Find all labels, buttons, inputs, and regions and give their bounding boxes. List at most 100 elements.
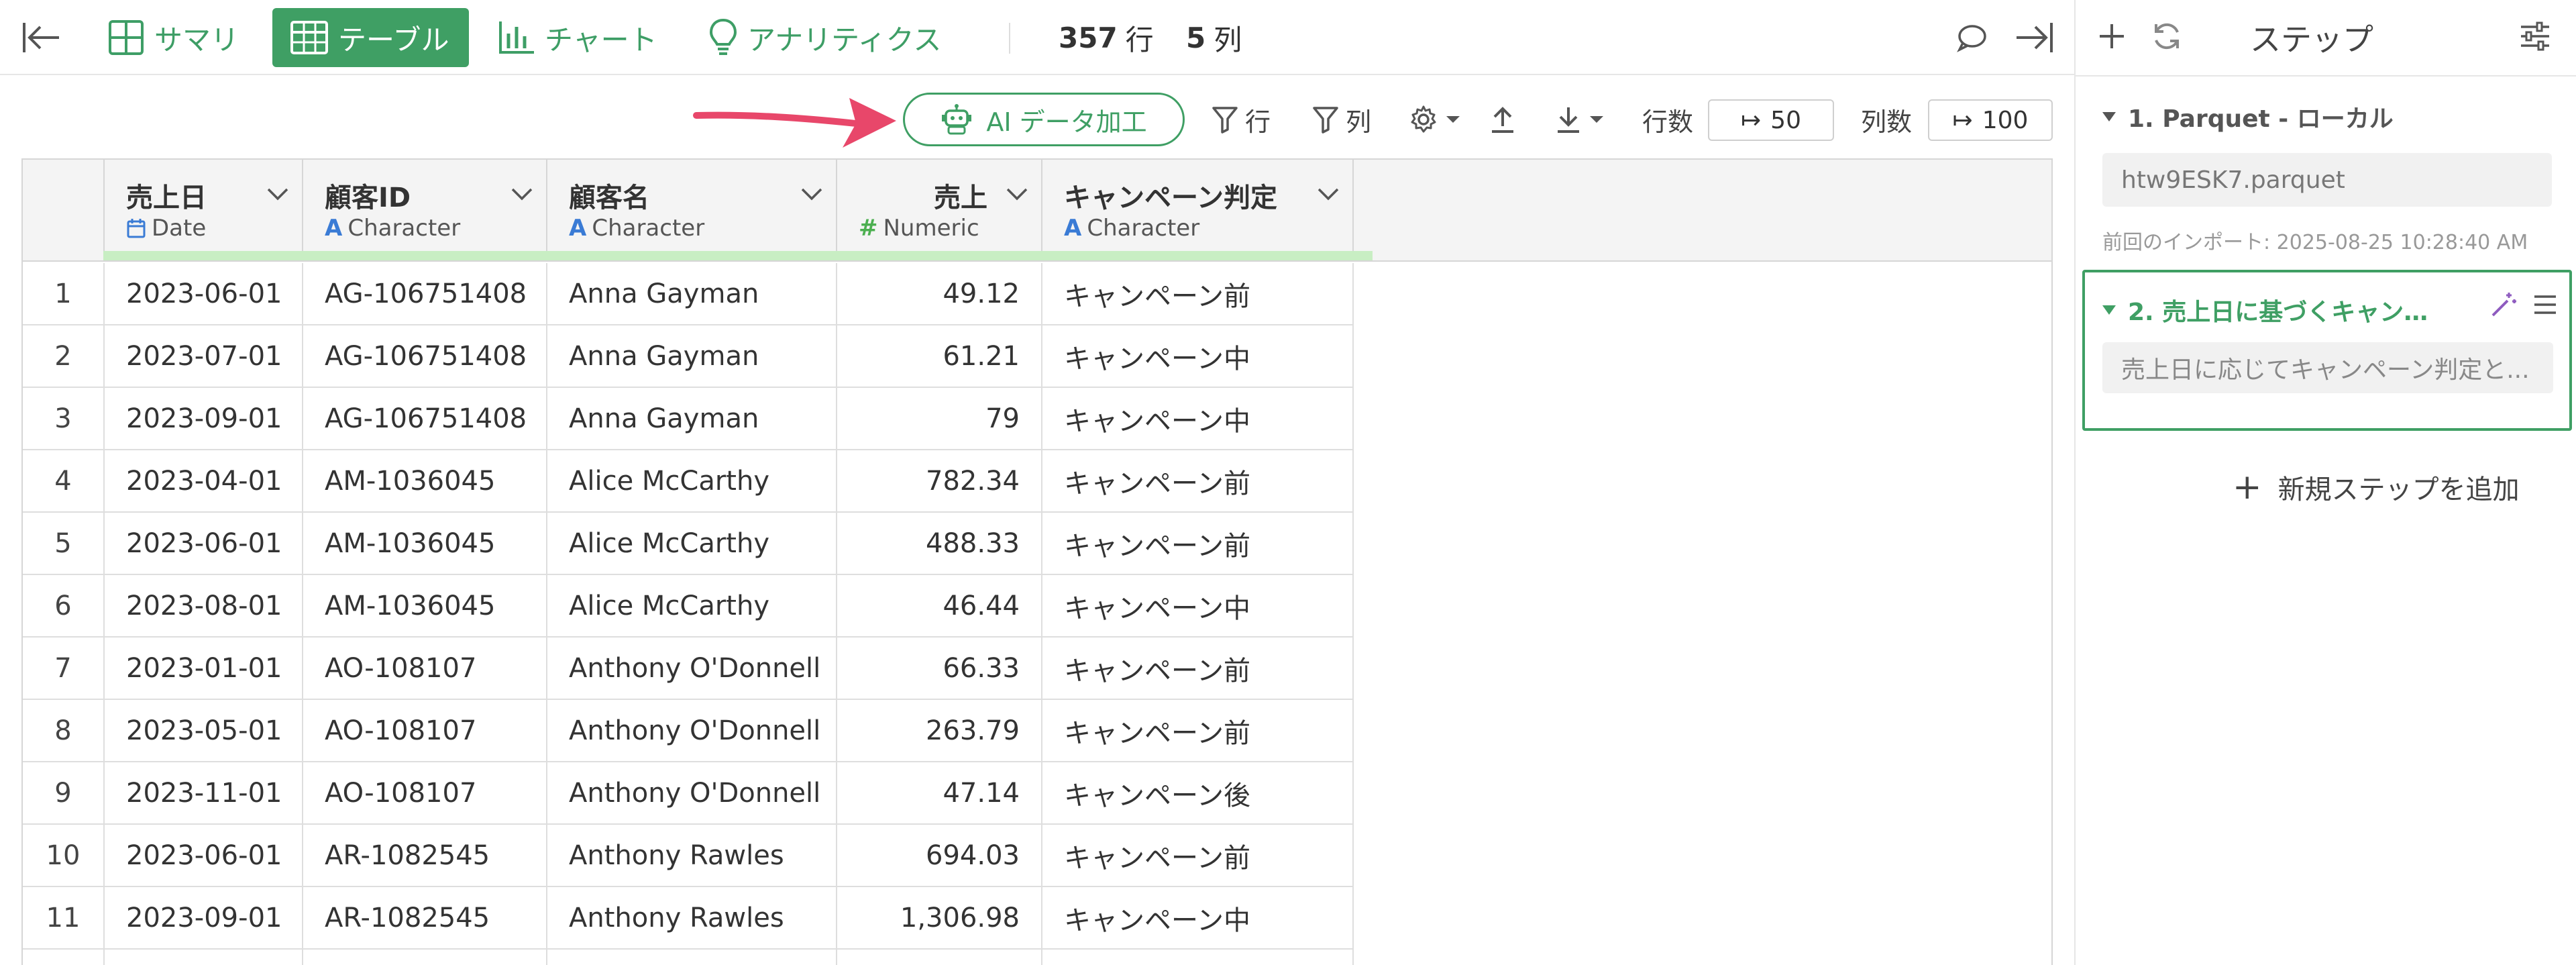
step-2-description[interactable]: 売上日に応じてキャンペーン判定と... [2102, 342, 2553, 393]
cell-sales[interactable]: 61.21 [837, 325, 1042, 388]
table-row[interactable]: 8 2023-05-01 AO-108107 Anthony O'Donnell… [23, 700, 2051, 762]
cell-campaign[interactable]: キャンペーン前 [1042, 450, 1354, 513]
cell-customer-id[interactable]: AM-1036045 [303, 450, 547, 513]
table-row[interactable]: 11 2023-09-01 AR-1082545 Anthony Rawles … [23, 887, 2051, 950]
cell-date[interactable]: 2023-06-01 [105, 825, 303, 887]
table-row[interactable]: 5 2023-06-01 AM-1036045 Alice McCarthy 4… [23, 513, 2051, 575]
table-row[interactable]: 4 2023-04-01 AM-1036045 Alice McCarthy 7… [23, 450, 2051, 513]
tab-summary[interactable]: サマリ [107, 8, 239, 67]
cell-customer-id[interactable]: AO-108107 [303, 762, 547, 825]
table-row[interactable]: 2 2023-07-01 AG-106751408 Anna Gayman 61… [23, 325, 2051, 388]
cell-customer-name[interactable]: Anthony Rawles [547, 887, 837, 950]
cell-customer-id[interactable]: AM-1036045 [303, 513, 547, 575]
cell-campaign[interactable]: キャンペーン中 [1042, 325, 1354, 388]
column-header[interactable]: キャンペーン判定 A Character [1042, 160, 1354, 260]
cell-date[interactable]: 2023-05-01 [105, 700, 303, 762]
chevron-down-icon[interactable] [800, 187, 824, 201]
collapse-left-button[interactable] [20, 8, 72, 67]
cell-campaign[interactable]: キャンペーン前 [1042, 263, 1354, 325]
cell-campaign[interactable]: キャンペーン前 [1042, 825, 1354, 887]
cell-sales[interactable]: 694.03 [837, 825, 1042, 887]
magic-wand-icon[interactable] [2489, 290, 2518, 319]
filter-rows-button[interactable]: 行 [1212, 101, 1271, 138]
cell-customer-id[interactable]: AR-1082545 [303, 887, 547, 950]
chevron-down-icon[interactable] [1316, 187, 1340, 201]
rows-limit-input[interactable]: ↦ 50 [1708, 99, 1834, 141]
hamburger-menu-icon[interactable] [2532, 293, 2559, 317]
chevron-down-icon[interactable] [266, 187, 290, 201]
cell-customer-name[interactable]: Alice McCarthy [547, 513, 837, 575]
panel-settings-button[interactable] [2518, 20, 2552, 55]
column-header[interactable]: 売上 # Numeric [837, 160, 1042, 260]
cell-customer-name[interactable]: Anna Gayman [547, 263, 837, 325]
step-2-card[interactable]: 2. 売上日に基づくキャンペ... 売上日に応じてキャンペーン判定と... [2082, 270, 2572, 431]
cell-customer-name[interactable]: Anthony O'Donnell [547, 700, 837, 762]
cell-campaign[interactable]: キャンペーン前 [1042, 700, 1354, 762]
cell-customer-name[interactable]: Anna Gayman [547, 388, 837, 450]
cell-customer-id[interactable]: AM-1036045 [303, 575, 547, 638]
add-step-header-button[interactable] [2096, 20, 2128, 55]
cell-customer-name[interactable]: Anna Gayman [547, 325, 837, 388]
cell-date[interactable]: 2023-09-01 [105, 887, 303, 950]
download-dropdown-button[interactable] [1555, 101, 1611, 138]
filter-cols-button[interactable]: 列 [1312, 101, 1371, 138]
expand-right-button[interactable] [2012, 8, 2065, 67]
column-header[interactable]: 顧客名 A Character [547, 160, 837, 260]
cell-customer-name[interactable]: Anthony O'Donnell [547, 638, 837, 700]
cell-customer-id[interactable]: AG-106751408 [303, 325, 547, 388]
step-2-header[interactable]: 2. 売上日に基づくキャンペ... [2102, 293, 2451, 327]
cell-customer-id[interactable]: AG-106751408 [303, 388, 547, 450]
table-row[interactable]: 10 2023-06-01 AR-1082545 Anthony Rawles … [23, 825, 2051, 887]
cell-sales[interactable]: 66.33 [837, 638, 1042, 700]
add-new-step-button[interactable]: + 新規ステップを追加 [2233, 467, 2520, 507]
cell-customer-id[interactable]: AG-106751408 [303, 263, 547, 325]
cell-date[interactable]: 2023-07-01 [105, 325, 303, 388]
tab-chart[interactable]: チャート [498, 8, 657, 67]
settings-dropdown-button[interactable] [1409, 101, 1468, 138]
cell-sales[interactable]: 1,306.98 [837, 887, 1042, 950]
cell-sales[interactable]: 488.33 [837, 513, 1042, 575]
cell-date[interactable]: 2023-04-01 [105, 450, 303, 513]
cell-date[interactable]: 2023-06-01 [105, 263, 303, 325]
table-row[interactable]: 3 2023-09-01 AG-106751408 Anna Gayman 79… [23, 388, 2051, 450]
cell-customer-name[interactable]: Alice McCarthy [547, 450, 837, 513]
cell-sales[interactable]: 79 [837, 388, 1042, 450]
cell-sales[interactable]: 782.34 [837, 450, 1042, 513]
upload-button[interactable] [1489, 101, 1523, 138]
refresh-button[interactable] [2151, 20, 2183, 55]
table-row[interactable]: 6 2023-08-01 AM-1036045 Alice McCarthy 4… [23, 575, 2051, 638]
cell-customer-id[interactable]: AO-108107 [303, 700, 547, 762]
tab-table[interactable]: テーブル [272, 8, 470, 67]
cell-campaign[interactable]: キャンペーン前 [1042, 513, 1354, 575]
cell-date[interactable]: 2023-01-01 [105, 638, 303, 700]
cell-customer-id[interactable]: AR-1082545 [303, 825, 547, 887]
cell-date[interactable]: 2023-06-01 [105, 513, 303, 575]
tab-analytics[interactable]: アナリティクス [708, 8, 941, 67]
table-row[interactable]: 9 2023-11-01 AO-108107 Anthony O'Donnell… [23, 762, 2051, 825]
column-header[interactable]: 売上日 Date [105, 160, 303, 260]
cell-sales[interactable]: 263.79 [837, 700, 1042, 762]
chevron-down-icon[interactable] [1005, 187, 1029, 201]
table-row[interactable]: 1 2023-06-01 AG-106751408 Anna Gayman 49… [23, 263, 2051, 325]
cell-sales[interactable]: 46.44 [837, 575, 1042, 638]
cell-sales[interactable]: 49.12 [837, 263, 1042, 325]
cell-campaign[interactable]: キャンペーン中 [1042, 575, 1354, 638]
step-1-filename[interactable]: htw9ESK7.parquet [2102, 153, 2552, 207]
cell-customer-name[interactable]: Anthony Rawles [547, 825, 837, 887]
cell-sales[interactable]: 47.14 [837, 762, 1042, 825]
cell-campaign[interactable]: キャンペーン中 [1042, 887, 1354, 950]
ai-data-wrangling-button[interactable]: AI データ加工 [903, 93, 1185, 146]
table-row[interactable]: 7 2023-01-01 AO-108107 Anthony O'Donnell… [23, 638, 2051, 700]
chevron-down-icon[interactable] [510, 187, 534, 201]
cell-customer-name[interactable]: Alice McCarthy [547, 575, 837, 638]
column-header[interactable]: 顧客ID A Character [303, 160, 547, 260]
cell-customer-name[interactable]: Anthony O'Donnell [547, 762, 837, 825]
cell-campaign[interactable]: キャンペーン前 [1042, 638, 1354, 700]
cell-campaign[interactable]: キャンペーン後 [1042, 762, 1354, 825]
cell-campaign[interactable]: キャンペーン中 [1042, 388, 1354, 450]
cell-date[interactable]: 2023-09-01 [105, 388, 303, 450]
step-1-header[interactable]: 1. Parquet - ローカル [2102, 99, 2394, 134]
cell-customer-id[interactable]: AO-108107 [303, 638, 547, 700]
cols-limit-input[interactable]: ↦ 100 [1928, 99, 2053, 141]
comment-button[interactable] [1956, 8, 1996, 67]
